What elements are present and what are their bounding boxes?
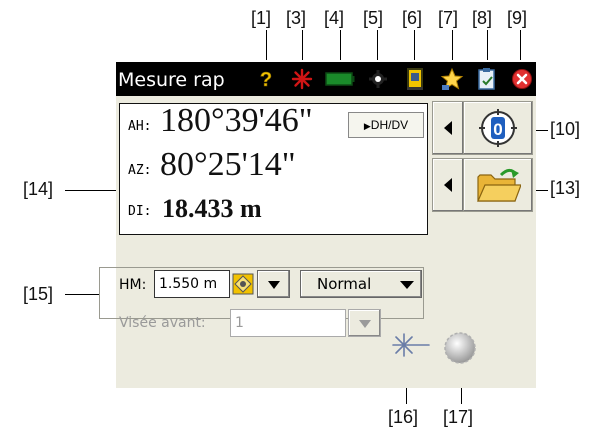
expand-button-top[interactable]	[432, 101, 464, 155]
callout-14-line	[65, 190, 119, 191]
visee-avant-select[interactable]: 1	[230, 309, 346, 337]
callout-8: [8]	[472, 8, 493, 28]
callout-1-line	[266, 30, 267, 60]
folder-icon	[477, 168, 521, 202]
callout-1: [1]	[251, 8, 272, 28]
callout-3: [3]	[286, 8, 307, 28]
callout-6-line	[414, 30, 415, 60]
callout-17: [17]	[443, 407, 474, 427]
callout-7-line	[452, 30, 453, 60]
svg-text:?: ?	[260, 69, 272, 91]
dh-dv-label: DH/DV	[370, 118, 409, 132]
di-value: 18.433 m	[162, 194, 262, 223]
arrow-left-icon	[444, 178, 452, 192]
callout-13: [13]	[550, 178, 581, 198]
dh-dv-toggle-button[interactable]: ▶DH/DV	[348, 112, 424, 138]
callout-5: [5]	[363, 8, 384, 28]
save-record-button[interactable]	[463, 158, 533, 212]
checklist-icon[interactable]	[474, 66, 500, 92]
hm-label: HM:	[119, 277, 147, 293]
window-title: Mesure rapid	[118, 69, 226, 91]
mode-value: Normal	[317, 275, 372, 293]
svg-text:0: 0	[493, 120, 502, 139]
hm-input[interactable]: 1.550 m	[154, 270, 230, 298]
favorites-icon[interactable]	[439, 66, 465, 92]
arrow-left-icon	[444, 121, 452, 135]
visee-avant-label: Visée avant:	[119, 315, 206, 331]
callout-5-line	[377, 30, 378, 60]
mode-select[interactable]: Normal	[300, 270, 422, 298]
instrument-icon[interactable]	[402, 66, 428, 92]
visee-avant-dropdown-button[interactable]	[348, 309, 381, 337]
az-label: AZ:	[128, 163, 152, 178]
callout-9-line	[520, 30, 521, 60]
prism-icon[interactable]	[231, 271, 255, 297]
laser-icon[interactable]	[289, 66, 315, 92]
zero-set-button[interactable]: 0	[463, 101, 533, 155]
callout-9: [9]	[507, 8, 528, 28]
help-icon[interactable]: ?	[253, 66, 279, 92]
play-icon: ▶	[363, 121, 371, 131]
close-icon[interactable]	[509, 66, 535, 92]
callout-14: [14]	[23, 179, 54, 199]
az-value: 80°25'14"	[160, 146, 296, 183]
callout-15: [15]	[23, 284, 54, 304]
battery-icon	[325, 66, 355, 92]
prism-dropdown-button[interactable]	[257, 270, 290, 298]
callout-6: [6]	[402, 8, 423, 28]
callout-4-line	[340, 30, 341, 60]
callout-4: [4]	[324, 8, 345, 28]
tracklight-icon[interactable]	[442, 330, 478, 366]
settings-icon[interactable]	[365, 66, 391, 92]
chevron-down-icon	[359, 320, 371, 328]
callout-3-line	[302, 30, 303, 60]
callout-10: [10]	[550, 119, 581, 139]
chevron-down-icon	[268, 281, 280, 289]
ah-value: 180°39'46"	[160, 102, 313, 139]
laser-pointer-icon[interactable]	[390, 330, 430, 360]
chevron-down-icon	[400, 281, 414, 289]
callout-8-line	[487, 30, 488, 60]
expand-button-bottom[interactable]	[432, 158, 464, 212]
callout-16: [16]	[388, 407, 419, 427]
di-label: DI:	[128, 204, 152, 219]
callout-7: [7]	[438, 8, 459, 28]
zero-set-icon: 0	[479, 109, 517, 147]
ah-label: AH:	[128, 119, 152, 134]
callout-15-line	[65, 294, 99, 295]
